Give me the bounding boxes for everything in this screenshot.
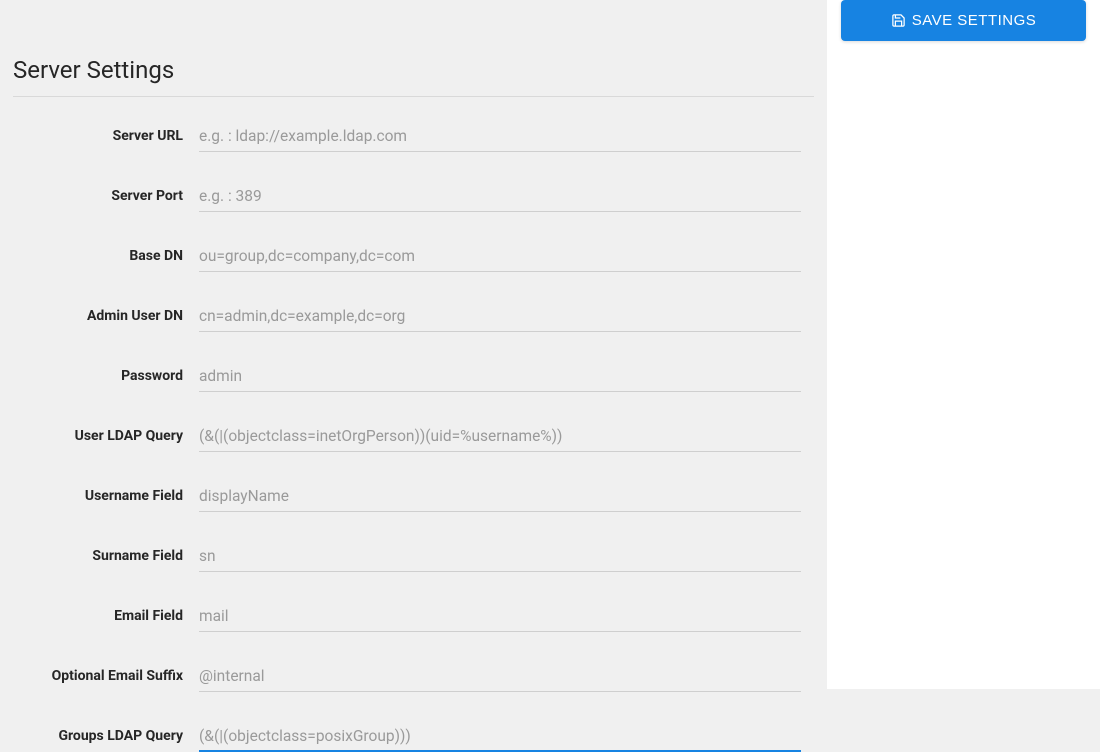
save-icon <box>891 13 906 28</box>
input-password[interactable] <box>199 365 801 392</box>
field-row-user-ldap-query: User LDAP Query <box>13 425 801 452</box>
input-surname-field[interactable] <box>199 545 801 572</box>
input-username-field[interactable] <box>199 485 801 512</box>
field-row-optional-email-suffix: Optional Email Suffix <box>13 665 801 692</box>
input-admin-user-dn[interactable] <box>199 305 801 332</box>
server-settings-form: Server URL Server Port Base DN Admin Use… <box>0 125 827 752</box>
field-row-surname-field: Surname Field <box>13 545 801 572</box>
label-password: Password <box>13 365 199 384</box>
label-base-dn: Base DN <box>13 245 199 264</box>
field-row-server-url: Server URL <box>13 125 801 152</box>
field-row-server-port: Server Port <box>13 185 801 212</box>
input-optional-email-suffix[interactable] <box>199 665 801 692</box>
field-row-username-field: Username Field <box>13 485 801 512</box>
divider <box>13 96 814 97</box>
input-server-port[interactable] <box>199 185 801 212</box>
label-server-port: Server Port <box>13 185 199 204</box>
label-surname-field: Surname Field <box>13 545 199 564</box>
label-email-field: Email Field <box>13 605 199 624</box>
label-groups-ldap-query: Groups LDAP Query <box>13 725 199 744</box>
field-row-password: Password <box>13 365 801 392</box>
field-row-email-field: Email Field <box>13 605 801 632</box>
main-panel: Server Settings Server URL Server Port B… <box>0 0 827 689</box>
input-groups-ldap-query[interactable] <box>199 725 801 752</box>
label-admin-user-dn: Admin User DN <box>13 305 199 324</box>
label-user-ldap-query: User LDAP Query <box>13 425 199 444</box>
side-panel: SAVE SETTINGS <box>827 0 1100 689</box>
section-title: Server Settings <box>0 0 827 96</box>
input-email-field[interactable] <box>199 605 801 632</box>
save-settings-button[interactable]: SAVE SETTINGS <box>841 0 1086 41</box>
label-server-url: Server URL <box>13 125 199 144</box>
field-row-groups-ldap-query: Groups LDAP Query <box>13 725 801 752</box>
field-row-admin-user-dn: Admin User DN <box>13 305 801 332</box>
label-optional-email-suffix: Optional Email Suffix <box>13 665 199 684</box>
input-base-dn[interactable] <box>199 245 801 272</box>
input-server-url[interactable] <box>199 125 801 152</box>
save-settings-label: SAVE SETTINGS <box>912 12 1037 29</box>
field-row-base-dn: Base DN <box>13 245 801 272</box>
label-username-field: Username Field <box>13 485 199 504</box>
input-user-ldap-query[interactable] <box>199 425 801 452</box>
